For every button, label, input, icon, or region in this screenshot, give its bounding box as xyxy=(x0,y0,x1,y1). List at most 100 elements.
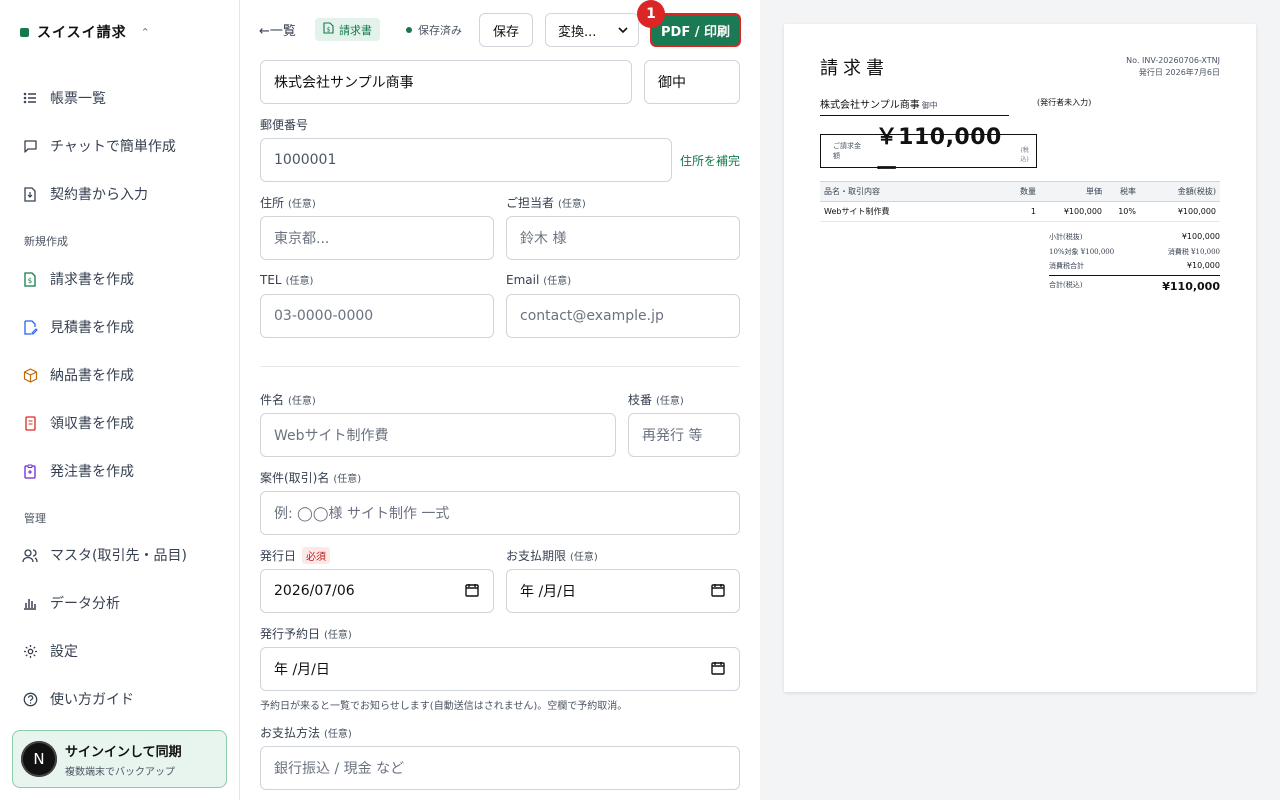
table-row: Webサイト制作費 1 ¥100,000 10% ¥100,000 xyxy=(820,201,1220,222)
editor-toolbar: ←一覧 $ 請求書 保存済み 保存 変換... PDF / 印刷 1 xyxy=(240,0,760,60)
list-icon xyxy=(22,90,38,106)
calendar-icon[interactable] xyxy=(465,583,479,601)
postal-code-input[interactable]: 1000001 xyxy=(260,138,672,182)
sidebar-item-create-estimate[interactable]: 見積書を作成 xyxy=(22,315,134,339)
date-value: 年 /月/日 xyxy=(274,662,330,678)
sidebar-item-master[interactable]: マスタ(取引先・品目) xyxy=(22,543,187,567)
clipboard-icon xyxy=(22,463,38,479)
issue-date-label: 発行日 必須 xyxy=(260,547,331,564)
issue-date-input[interactable]: 2026/07/06 xyxy=(260,569,494,613)
sidebar-item-create-delivery[interactable]: 納品書を作成 xyxy=(22,363,134,387)
sidebar-item-label: 使い方ガイド xyxy=(50,692,134,708)
doc-type-label: 請求書 xyxy=(339,23,372,37)
payment-method-input[interactable]: 銀行振込 / 現金 など xyxy=(260,746,740,790)
sum-label: 消費税合計 xyxy=(1049,262,1084,270)
preview-issuer: (発行者未入力) xyxy=(1037,98,1092,107)
sidebar-item-label: データ分析 xyxy=(50,596,120,612)
label-text: 枝番 xyxy=(628,393,653,407)
honorific-input[interactable]: 御中 xyxy=(644,60,740,104)
sum-value: ¥110,000 xyxy=(1162,280,1220,293)
column-header: 品名・取引内容 xyxy=(820,181,1010,202)
label-text: TEL xyxy=(260,272,282,287)
table-cell: Webサイト制作費 xyxy=(820,201,1010,222)
sidebar-item-label: 請求書を作成 xyxy=(50,272,134,288)
contact-label: ご担当者 (任意) xyxy=(506,194,586,211)
payment-method-label: お支払方法 (任意) xyxy=(260,724,352,741)
sidebar-item-label: チャットで簡単作成 xyxy=(50,139,176,155)
label-text: 発行予約日 xyxy=(260,627,321,641)
label-text: お支払期限 xyxy=(506,549,567,563)
bar-chart-icon xyxy=(22,595,38,611)
issue-date: 発行日 2026年7月6日 xyxy=(1138,68,1220,77)
honorific: 御中 xyxy=(921,101,938,110)
file-edit-icon xyxy=(22,319,38,335)
label-text: 案件(取引)名 xyxy=(260,471,330,485)
sidebar-item-label: マスタ(取引先・品目) xyxy=(50,548,187,564)
sidebar-item-create-receipt[interactable]: 領収書を作成 xyxy=(22,411,134,435)
tel-input[interactable]: 03-0000-0000 xyxy=(260,294,494,338)
sidebar-item-label: 領収書を作成 xyxy=(50,416,134,432)
client-name-input[interactable]: 株式会社サンプル商事 xyxy=(260,60,632,104)
table-cell: 1 xyxy=(1010,201,1040,222)
signin-title: サインインして同期 xyxy=(65,744,182,760)
sidebar-item-contract-import[interactable]: 契約書から入力 xyxy=(22,182,148,206)
grand-total-row: 合計(税込) ¥110,000 xyxy=(1049,275,1220,293)
subject-label: 件名 (任意) xyxy=(260,391,316,408)
preview-title: 請求書 xyxy=(820,58,889,79)
tel-label: TEL (任意) xyxy=(260,272,313,288)
avatar: N xyxy=(21,741,57,777)
status-dot xyxy=(406,27,412,33)
save-button[interactable]: 保存 xyxy=(479,13,533,47)
due-date-label: お支払期限 (任意) xyxy=(506,547,598,564)
sidebar-item-label: 帳票一覧 xyxy=(50,91,106,107)
back-to-list-link[interactable]: ←一覧 xyxy=(259,20,296,39)
column-header: 単価 xyxy=(1040,181,1106,202)
optional-tag: (任意) xyxy=(558,199,586,210)
address-input[interactable]: 東京都... xyxy=(260,216,494,260)
sum-label: 小計(税抜) xyxy=(1049,233,1083,241)
app-name: スイスイ請求 xyxy=(37,25,127,41)
users-icon xyxy=(22,547,38,563)
address-fill-link[interactable]: 住所を補完 xyxy=(680,152,740,169)
sidebar-item-guide[interactable]: 使い方ガイド xyxy=(22,687,134,711)
email-input[interactable]: contact@example.jp xyxy=(506,294,740,338)
total-amount: ￥110,000ー xyxy=(875,125,1002,182)
sum-label: 合計(税込) xyxy=(1049,281,1083,289)
signin-subtitle: 複数端末でバックアップ xyxy=(65,766,175,778)
schedule-date-input[interactable]: 年 /月/日 xyxy=(260,647,740,691)
sidebar-item-label: 納品書を作成 xyxy=(50,368,134,384)
optional-tag: (任意) xyxy=(333,474,362,485)
help-circle-icon xyxy=(22,691,38,707)
label-text: ご担当者 xyxy=(506,196,555,210)
sum-value: ¥100,000 xyxy=(1181,232,1220,241)
optional-tag: (任意) xyxy=(324,729,352,740)
calendar-icon[interactable] xyxy=(711,661,725,679)
address-label: 住所 (任意) xyxy=(260,194,316,211)
sidebar-item-settings[interactable]: 設定 xyxy=(22,639,78,663)
optional-tag: (任意) xyxy=(543,276,572,287)
save-status: 保存済み xyxy=(406,22,462,38)
table-header-row: 品名・取引内容 数量 単価 税率 金額(税抜) xyxy=(820,181,1220,202)
package-icon xyxy=(22,367,38,383)
convert-select[interactable]: 変換... xyxy=(545,13,639,47)
section-heading-manage: 管理 xyxy=(24,512,46,525)
app-switcher[interactable]: スイスイ請求 ⌃ xyxy=(20,20,150,44)
contact-person-input[interactable]: 鈴木 様 xyxy=(506,216,740,260)
sidebar-item-document-list[interactable]: 帳票一覧 xyxy=(22,86,106,110)
calendar-icon[interactable] xyxy=(711,583,725,601)
sidebar-item-label: 設定 xyxy=(50,644,78,660)
editor-panel: 株式会社サンプル商事 御中 郵便番号 1000001 住所を補完 住所 (任意) … xyxy=(240,0,760,800)
signin-sync-button[interactable]: N サインインして同期 複数端末でバックアップ xyxy=(12,730,227,788)
column-header: 数量 xyxy=(1010,181,1040,202)
subject-input[interactable]: Webサイト制作費 xyxy=(260,413,616,457)
label-text: お支払方法 xyxy=(260,726,321,740)
svg-text:$: $ xyxy=(327,27,331,34)
sidebar-item-create-invoice[interactable]: $ 請求書を作成 xyxy=(22,267,134,291)
deal-name-input[interactable]: 例: ◯◯様 サイト制作 一式 xyxy=(260,491,740,535)
sidebar-item-chat-create[interactable]: チャットで簡単作成 xyxy=(22,134,176,158)
branch-number-input[interactable]: 再発行 等 xyxy=(628,413,740,457)
due-date-input[interactable]: 年 /月/日 xyxy=(506,569,740,613)
sidebar-item-create-purchase-order[interactable]: 発注書を作成 xyxy=(22,459,134,483)
preview-total-box: ご請求金額 ￥110,000ー (税込) xyxy=(820,125,1037,182)
sidebar-item-analytics[interactable]: データ分析 xyxy=(22,591,120,615)
